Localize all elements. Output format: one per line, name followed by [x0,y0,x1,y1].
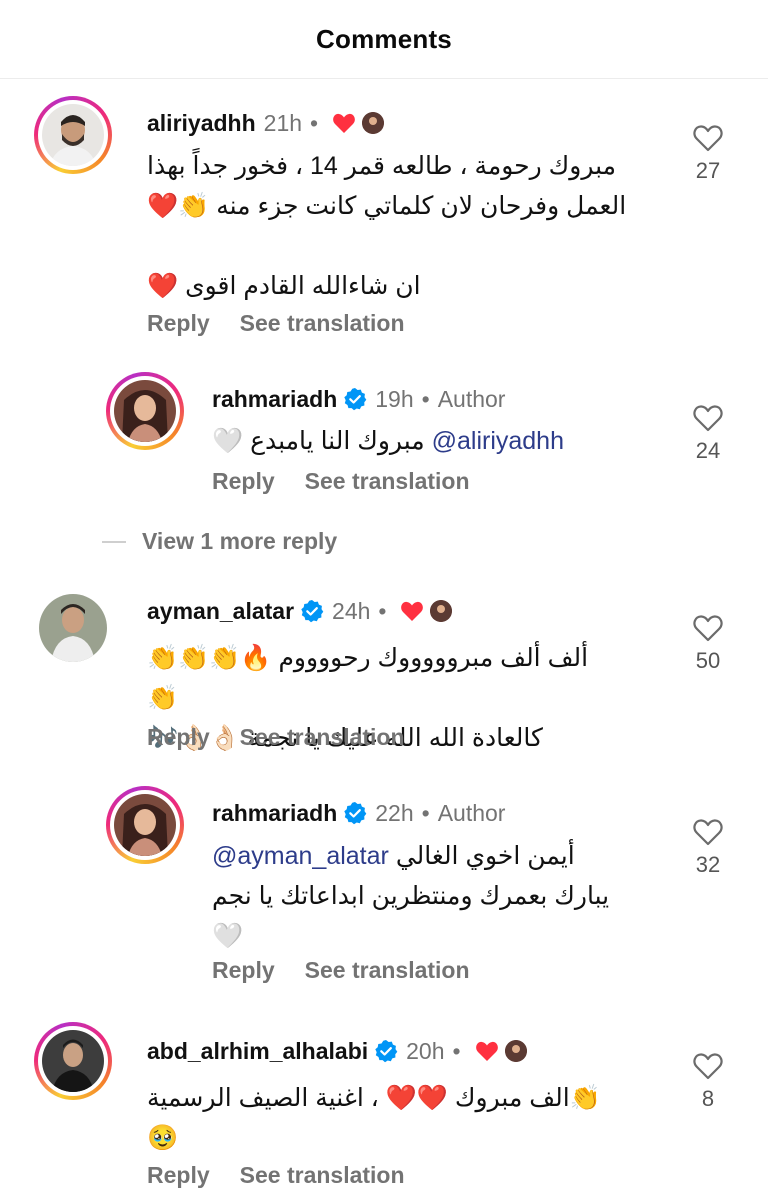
heart-outline-icon[interactable] [693,818,723,846]
separator-dot: • [378,597,387,624]
timestamp: 21h [263,109,303,136]
like-area: 32 [678,818,738,878]
creator-liked-heart-icon [333,113,355,133]
reply-button[interactable]: Reply [147,724,210,751]
creator-liked-heart-icon [475,1041,498,1061]
like-count: 27 [695,158,721,183]
timestamp: 24h [332,597,371,624]
reply-button[interactable]: Reply [147,310,210,337]
avatar-story-ring[interactable] [106,786,184,864]
creator-avatar-mini [430,600,453,622]
see-translation-button[interactable]: See translation [240,724,405,751]
separator-dot: • [452,1037,461,1064]
reply-button[interactable]: Reply [212,957,275,984]
comment-text: 👏الف مبروك ❤️❤️ ، اغنية الصيف الرسمية 🥹 [147,1084,601,1152]
separator-dot: • [421,799,430,826]
like-area: 24 [678,404,738,464]
avatar-story-ring[interactable] [34,96,112,174]
verified-badge-icon [375,1040,398,1063]
username[interactable]: rahmariadh [212,386,337,413]
comment-text: مبروك النا يامبدع 🤍 @aliriyadhh [212,427,564,455]
like-area: 8 [678,1052,738,1112]
heart-outline-icon[interactable] [693,124,723,152]
mention-link[interactable]: @aliriyadhh [432,427,564,455]
see-translation-button[interactable]: See translation [305,468,470,495]
comment-text: مبروك رحومة ، طالعه قمر 14 ، فخور جداً ب… [147,152,627,300]
username[interactable]: ayman_alatar [147,598,294,625]
sheet-title: Comments [316,24,452,54]
timestamp: 22h [375,799,414,826]
see-translation-button[interactable]: See translation [305,957,470,984]
like-count: 32 [695,852,721,877]
heart-outline-icon[interactable] [693,614,723,642]
avatar-story-ring[interactable] [106,372,184,450]
creator-avatar-mini [362,112,385,134]
divider-line [102,540,126,543]
username[interactable]: aliriyadhh [147,110,256,137]
avatar [114,380,176,442]
username[interactable]: abd_alrhim_alhalabi [147,1038,368,1065]
like-area: 27 [678,124,738,184]
like-area: 50 [678,614,738,674]
reply-button[interactable]: Reply [212,468,275,495]
avatar-story-ring[interactable] [34,1022,112,1100]
author-badge: Author [437,799,506,826]
view-more-label: View 1 more reply [142,528,338,554]
verified-badge-icon [344,802,367,825]
view-more-replies-button[interactable]: View 1 more reply [102,528,337,555]
verified-badge-icon [344,388,367,411]
like-count: 8 [701,1086,715,1111]
mention-link[interactable]: @ayman_alatar [212,842,389,870]
reply-button[interactable]: Reply [147,1162,210,1189]
comment-text: @ayman_alatar أيمن اخوي الغالي يبارك بعم… [212,842,610,950]
like-count: 24 [695,438,721,463]
avatar[interactable] [39,594,107,662]
see-translation-button[interactable]: See translation [240,310,405,337]
heart-outline-icon[interactable] [693,404,723,432]
verified-badge-icon [301,600,324,623]
separator-dot: • [310,109,319,136]
separator-dot: • [421,385,430,412]
see-translation-button[interactable]: See translation [240,1162,405,1189]
timestamp: 20h [406,1037,445,1064]
timestamp: 19h [375,385,414,412]
author-badge: Author [437,385,506,412]
creator-liked-heart-icon [401,601,424,621]
like-count: 50 [695,648,721,673]
avatar [114,794,176,856]
avatar [42,104,104,166]
avatar [42,1030,104,1092]
username[interactable]: rahmariadh [212,800,337,827]
heart-outline-icon[interactable] [693,1052,723,1080]
comments-sheet-header: Comments [0,0,768,79]
creator-avatar-mini [504,1040,527,1062]
